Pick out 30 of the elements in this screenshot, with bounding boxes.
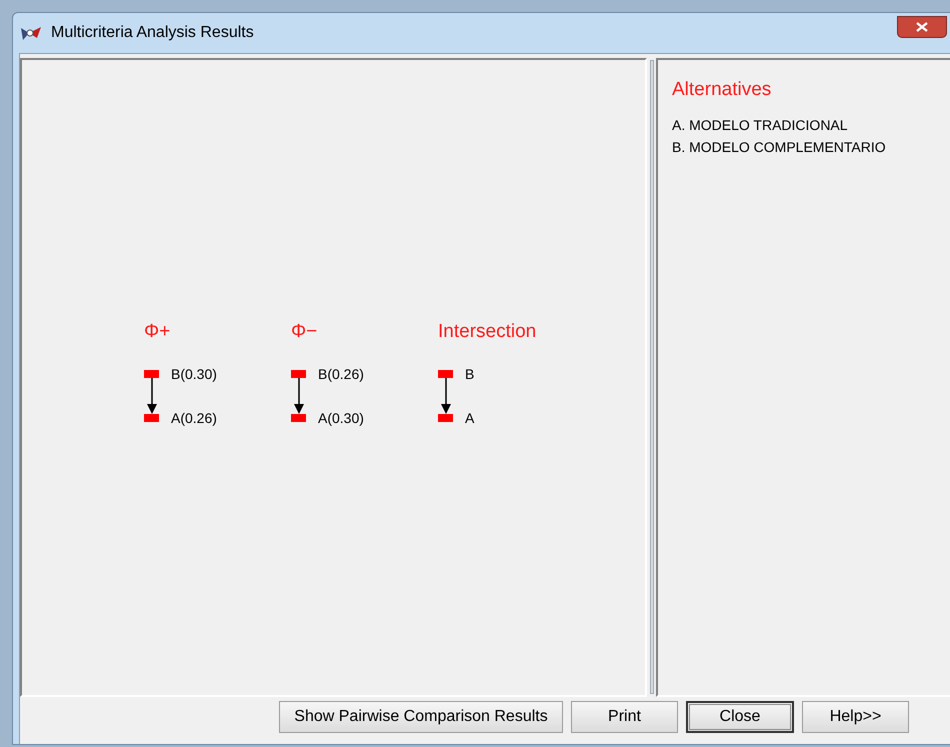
node-label: A — [465, 410, 474, 426]
app-icon — [19, 24, 43, 42]
node-marker — [144, 414, 159, 422]
alternative-item: A. MODELO TRADICIONAL — [672, 116, 849, 135]
node-label: A(0.26) — [171, 410, 217, 426]
diagram-title: Φ− — [291, 320, 318, 344]
arrow-icon — [294, 378, 304, 414]
dialog-button[interactable]: Show Pairwise Comparison Results — [279, 701, 563, 733]
close-icon — [916, 22, 928, 32]
diagram-title: Intersection — [438, 320, 536, 344]
dialog-button[interactable]: Print — [571, 701, 678, 733]
close-button[interactable] — [897, 16, 947, 38]
arrow-icon — [441, 378, 451, 414]
dialog-button[interactable]: Help>> — [802, 701, 909, 733]
node-label: A(0.30) — [318, 410, 364, 426]
splitter-handle[interactable] — [650, 60, 654, 694]
node-marker — [291, 414, 306, 422]
arrow-icon — [147, 378, 157, 414]
node-marker — [291, 370, 306, 378]
dialog-button[interactable]: Close — [686, 701, 794, 733]
node-label: B — [465, 366, 474, 382]
node-label: B(0.26) — [318, 366, 364, 382]
node-marker — [144, 370, 159, 378]
alternatives-title: Alternatives — [672, 78, 772, 102]
node-marker — [438, 414, 453, 422]
node-label: B(0.30) — [171, 366, 217, 382]
window-title: Multicriteria Analysis Results — [51, 23, 254, 43]
node-marker — [438, 370, 453, 378]
diagram-title: Φ+ — [144, 320, 170, 344]
alternative-item: B. MODELO COMPLEMENTARIO — [672, 138, 887, 157]
